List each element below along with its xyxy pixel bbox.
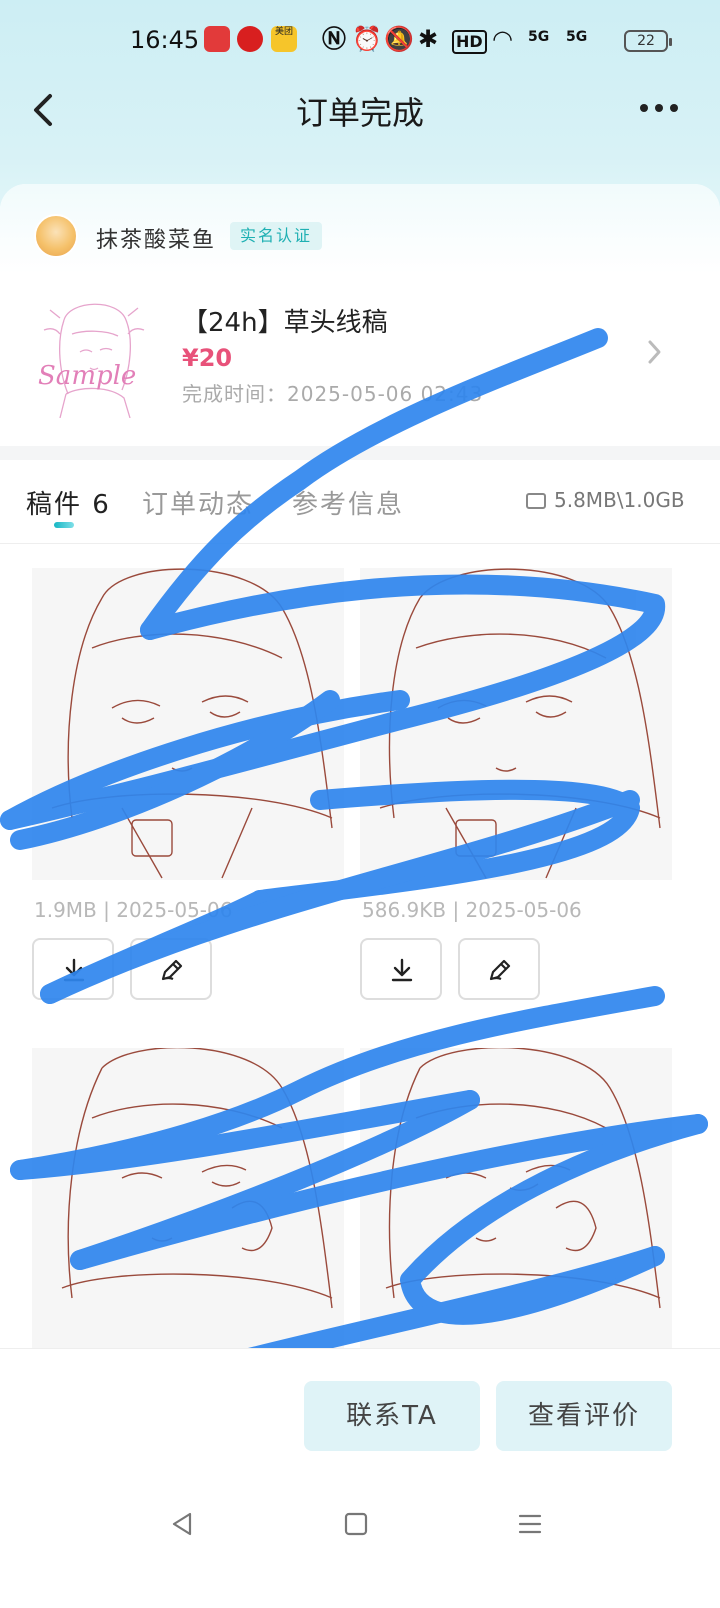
- avatar[interactable]: [34, 214, 78, 258]
- signal-5g-icon: 5G: [528, 29, 550, 45]
- meituan-app-icon: 美团: [271, 26, 297, 52]
- nfc-icon: Ⓝ: [322, 25, 346, 53]
- news-app-icon: [204, 26, 230, 52]
- download-button[interactable]: [360, 938, 442, 1000]
- file-preview[interactable]: [32, 1048, 344, 1348]
- tab-order-activity[interactable]: 订单动态: [142, 484, 254, 521]
- seller-name[interactable]: 抹茶酸菜鱼: [96, 222, 216, 254]
- file-preview[interactable]: [360, 568, 672, 880]
- product-price: ¥20: [182, 344, 233, 372]
- verified-badge: 实名认证: [230, 222, 323, 250]
- file-preview[interactable]: [32, 568, 344, 880]
- contact-button[interactable]: 联系TA: [304, 1381, 480, 1451]
- tab-drafts[interactable]: 稿件 6: [26, 484, 111, 521]
- status-time: 16:45: [130, 26, 200, 54]
- file-meta: 1.9MB | 2025-05-06: [34, 898, 233, 922]
- alarm-icon: ⏰: [352, 25, 382, 53]
- system-nav-bar: [0, 1480, 720, 1608]
- storage-text: 5.8MB\1.0GB: [554, 488, 685, 512]
- signal-5g-icon: 5G: [566, 29, 588, 45]
- status-bar: 16:45 美团 Ⓝ ⏰ 🔕 ✱ HD ◠ 5G 5G 22: [0, 0, 720, 80]
- storage-icon: [526, 493, 546, 509]
- wifi-icon: ◠: [492, 25, 513, 53]
- annotate-button[interactable]: [130, 938, 212, 1000]
- annotate-button[interactable]: [458, 938, 540, 1000]
- metro-app-icon: [237, 26, 263, 52]
- sample-watermark: Sample: [38, 361, 136, 391]
- bluetooth-icon: ✱: [418, 25, 439, 53]
- product-title[interactable]: 【24h】草头线稿: [182, 302, 388, 339]
- chevron-right-icon: [648, 340, 661, 364]
- more-button[interactable]: [640, 104, 680, 114]
- tab-indicator: [54, 522, 74, 528]
- product-detail-button[interactable]: [644, 338, 664, 366]
- storage-usage: 5.8MB\1.0GB: [526, 488, 685, 512]
- battery-indicator: 22: [624, 30, 672, 52]
- mute-icon: 🔕: [384, 25, 414, 53]
- hd-icon: HD: [452, 30, 487, 54]
- view-review-button[interactable]: 查看评价: [496, 1381, 672, 1451]
- tab-bar: 稿件 6 订单动态 参考信息 5.8MB\1.0GB: [0, 466, 720, 544]
- product-thumbnail[interactable]: Sample: [30, 290, 158, 419]
- home-square-icon[interactable]: [342, 1510, 370, 1538]
- pencil-icon: [161, 959, 183, 981]
- back-triangle-icon[interactable]: [168, 1510, 196, 1538]
- more-dots-icon: [640, 104, 648, 112]
- section-divider: [0, 446, 720, 460]
- file-meta: 586.9KB | 2025-05-06: [362, 898, 582, 922]
- bottom-action-bar: 联系TA 查看评价: [0, 1348, 720, 1468]
- page-title: 订单完成: [295, 94, 424, 132]
- download-icon: [391, 958, 413, 982]
- menu-icon[interactable]: [516, 1510, 544, 1538]
- file-preview[interactable]: [360, 1048, 672, 1348]
- pencil-icon: [489, 959, 511, 981]
- tab-reference-info[interactable]: 参考信息: [292, 484, 404, 521]
- download-icon: [63, 958, 85, 982]
- completed-time: 完成时间：2025-05-06 02:43: [182, 382, 484, 406]
- download-button[interactable]: [32, 938, 114, 1000]
